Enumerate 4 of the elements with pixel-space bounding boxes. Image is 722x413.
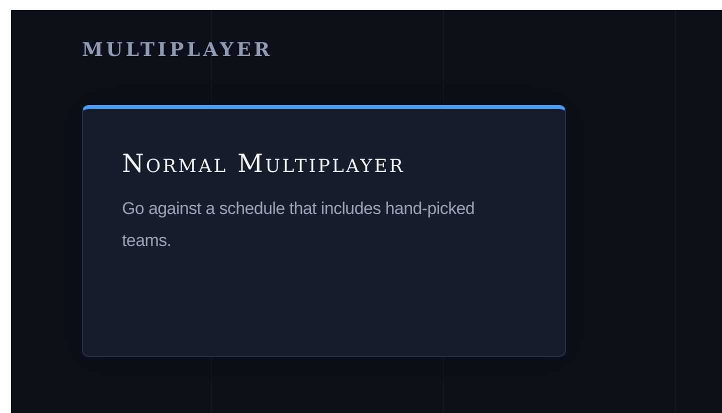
card-title: Normal Multiplayer <box>122 149 406 179</box>
section-heading: MULTIPLAYER <box>82 38 274 63</box>
card-description: Go against a schedule that includes hand-picked teams. <box>122 198 476 252</box>
mode-card[interactable]: Normal Multiplayer Go against a schedule that includes hand-picked teams. <box>82 105 566 357</box>
